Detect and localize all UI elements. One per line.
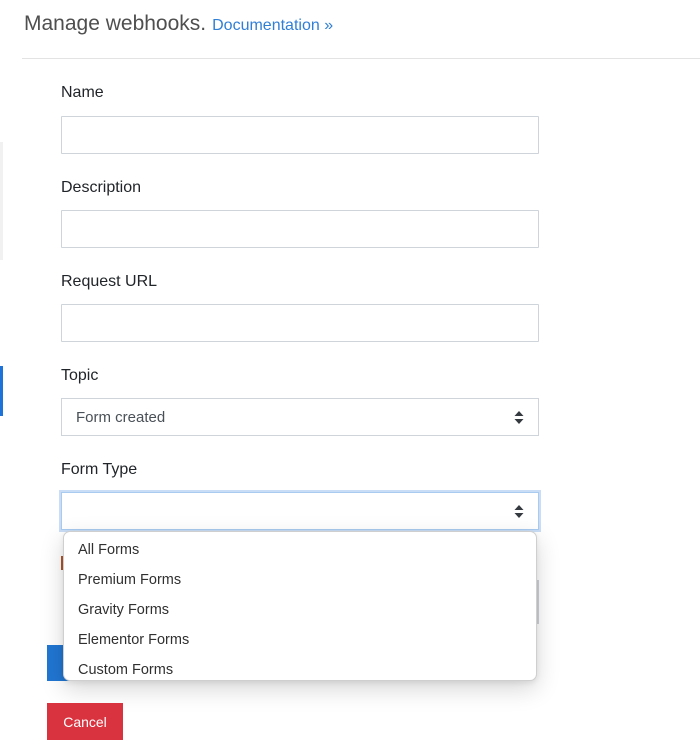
description-input[interactable] <box>61 210 539 248</box>
cancel-button[interactable]: Cancel <box>47 703 123 740</box>
page-title: Manage webhooks. Documentation » <box>24 12 333 36</box>
dropdown-option[interactable]: Premium Forms <box>64 565 536 595</box>
name-input[interactable] <box>61 116 539 154</box>
active-nav-indicator <box>0 366 3 416</box>
page-header: Manage webhooks. Documentation » <box>22 0 700 59</box>
topic-label: Topic <box>61 367 99 384</box>
updown-caret-icon <box>514 504 524 519</box>
dropdown-option[interactable]: All Forms <box>64 535 536 565</box>
dropdown-option[interactable]: Gravity Forms <box>64 595 536 625</box>
left-edge-divider <box>0 142 3 260</box>
page-title-text: Manage webhooks. <box>24 12 207 35</box>
form-type-dropdown: All Forms Premium Forms Gravity Forms El… <box>63 531 537 681</box>
form-type-label: Form Type <box>61 461 138 478</box>
hidden-field-border <box>537 580 539 624</box>
topic-select[interactable]: Form created <box>61 398 539 436</box>
dropdown-option[interactable]: Custom Forms <box>64 655 536 685</box>
updown-caret-icon <box>514 410 524 425</box>
dropdown-option[interactable]: Elementor Forms <box>64 625 536 655</box>
name-label: Name <box>61 84 104 101</box>
description-label: Description <box>61 179 142 196</box>
webhooks-page: Manage webhooks. Documentation » Name Des… <box>0 0 700 750</box>
request-url-input[interactable] <box>61 304 539 342</box>
documentation-link[interactable]: Documentation » <box>212 17 333 34</box>
topic-selected-value: Form created <box>76 409 166 426</box>
request-url-label: Request URL <box>61 273 158 290</box>
form-type-select[interactable] <box>61 492 539 530</box>
